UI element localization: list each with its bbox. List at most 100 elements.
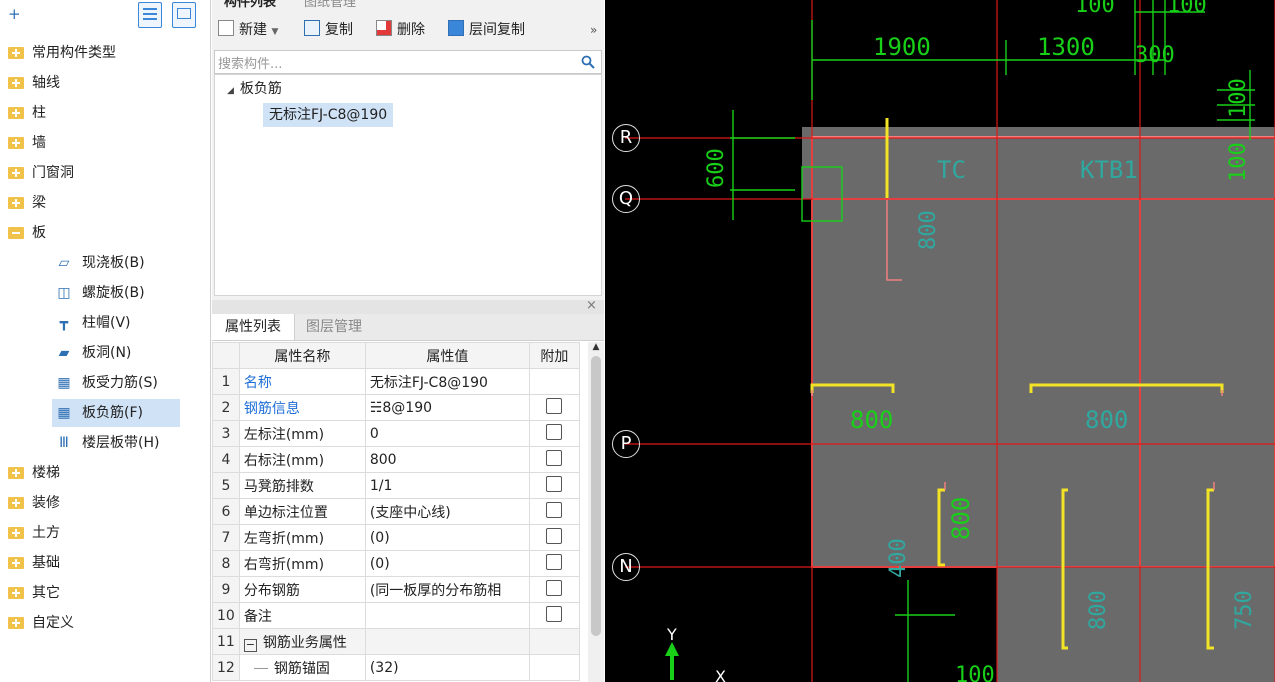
folder-icon[interactable] [8,467,24,479]
property-value[interactable]: 无标注FJ-C8@190 [364,368,530,395]
property-row[interactable]: 11− 钢筋业务属性 [212,628,580,655]
folder-icon[interactable] [8,107,24,119]
folder-icon[interactable] [8,77,24,89]
dropdown-arrow-icon[interactable]: ▼ [271,27,278,37]
scrollbar[interactable]: ▲ [588,342,604,682]
tree-item-component[interactable]: 无标注FJ-C8@190 [263,103,394,127]
tab-layer-manager[interactable]: 图层管理 [294,314,374,340]
property-row[interactable]: 9 分布钢筋 (同一板厚的分布筋相 [212,576,580,603]
tree-item-category[interactable]: 自定义 [8,609,204,637]
tree-item-category[interactable]: 门窗洞 [8,159,204,187]
tree-item-category[interactable]: 装修 [8,489,204,517]
extra-checkbox[interactable] [546,475,563,492]
scrollbar-thumb[interactable] [591,356,601,636]
folder-icon[interactable] [8,587,24,599]
property-row[interactable]: 1 名称 无标注FJ-C8@190 [212,368,580,395]
folder-icon[interactable] [8,197,24,209]
tree-item-slab-type[interactable]: ▦ 板受力筋(S) [52,369,202,397]
tree-item-slab-type[interactable]: ▰ 板洞(N) [52,339,202,367]
tree-item-category[interactable]: 常用构件类型 [8,39,204,67]
property-value[interactable]: 0 [364,420,530,447]
property-value[interactable]: (0) [364,550,530,577]
axis-bubble-r[interactable]: R [612,124,640,152]
list-view-button[interactable] [138,2,162,28]
tree-item-category[interactable]: 柱 [8,99,204,127]
property-value[interactable]: (同一板厚的分布筋相 [364,576,530,603]
tree-item-category[interactable]: 梁 [8,189,204,217]
dim-text-100-top-b: 100 [1167,0,1207,18]
component-search-input[interactable]: 搜索构件... [214,50,602,74]
folder-icon[interactable] [8,167,24,179]
folder-icon[interactable] [8,47,24,59]
extra-checkbox[interactable] [546,423,563,440]
property-value[interactable]: 800 [364,446,530,473]
extra-checkbox[interactable] [546,579,563,596]
property-value[interactable]: 1/1 [364,472,530,499]
new-button[interactable]: 新建 ▼ [218,18,278,42]
extra-checkbox[interactable] [546,501,563,518]
row-number: 3 [212,420,240,447]
close-icon[interactable]: × [586,298,597,313]
tree-item-category[interactable]: 楼梯 [8,459,204,487]
tree-item-slab-type[interactable]: ▦ 板负筋(F) [52,399,180,427]
property-row[interactable]: 7 左弯折(mm) (0) [212,524,580,551]
property-value[interactable]: (0) [364,524,530,551]
collapse-minus-icon[interactable]: − [243,638,257,652]
cad-drawing[interactable]: 1900 1300 300 100 100 600 100 100 100 40… [605,0,1275,682]
search-icon[interactable] [581,55,595,69]
collapse-triangle-icon[interactable]: ◢ [227,86,234,96]
folder-open-icon[interactable] [8,227,24,239]
scroll-up-icon[interactable]: ▲ [588,342,604,352]
tab-drawing-manager[interactable]: 图纸管理 [304,0,356,10]
property-value[interactable]: (支座中心线) [364,498,530,525]
tree-item-category[interactable]: 轴线 [8,69,204,97]
extra-checkbox[interactable] [546,397,563,414]
property-row[interactable]: 2 钢筋信息 ☵8@190 [212,394,580,421]
axis-bubble-q[interactable]: Q [612,185,640,213]
tree-item-category[interactable]: 其它 [8,579,204,607]
extra-checkbox[interactable] [546,449,563,466]
delete-button[interactable]: 删除 [376,18,425,42]
axis-bubble-n[interactable]: N [612,553,640,581]
property-row[interactable]: 6 单边标注位置 (支座中心线) [212,498,580,525]
tree-item-category[interactable]: 基础 [8,549,204,577]
copy-button[interactable]: 复制 [304,18,353,42]
tree-item-slab-type[interactable]: ▱ 现浇板(B) [52,249,202,277]
slab-region-main[interactable] [811,198,1141,568]
property-value[interactable]: (32) [364,654,530,681]
folder-icon[interactable] [8,617,24,629]
property-row[interactable]: 4 右标注(mm) 800 [212,446,580,473]
tree-group-negative-rebar[interactable]: ◢ 板负筋 [227,78,282,100]
property-value[interactable] [364,628,530,655]
tree-item-category[interactable]: 墙 [8,129,204,157]
folder-icon[interactable] [8,557,24,569]
property-row[interactable]: 8 右弯折(mm) (0) [212,550,580,577]
tab-property-list[interactable]: 属性列表 [212,314,295,340]
property-row[interactable]: 3 左标注(mm) 0 [212,420,580,447]
tree-item-category[interactable]: 板 [8,219,204,247]
cad-canvas[interactable]: 1900 1300 300 100 100 600 100 100 100 40… [605,0,1275,682]
property-value[interactable] [364,602,530,629]
extra-checkbox[interactable] [546,527,563,544]
rebar-label-800-d: 800 [916,210,941,250]
property-row[interactable]: 12 钢筋锚固 (32) [212,654,580,681]
dim-text-100-bottom: 100 [955,663,995,682]
property-row[interactable]: 10 备注 [212,602,580,629]
folder-icon[interactable] [8,527,24,539]
extra-checkbox[interactable] [546,553,563,570]
folder-icon[interactable] [8,137,24,149]
floor-copy-button[interactable]: 层间复制 [448,18,525,42]
tree-item-slab-type[interactable]: Ⅲ 楼层板带(H) [52,429,202,457]
axis-bubble-p[interactable]: P [612,430,640,458]
property-row[interactable]: 5 马凳筋排数 1/1 [212,472,580,499]
tree-item-slab-type[interactable]: ◫ 螺旋板(B) [52,279,202,307]
add-icon[interactable]: + [8,6,24,22]
folder-icon[interactable] [8,497,24,509]
detail-view-button[interactable] [172,2,196,28]
more-button[interactable]: » [590,18,597,42]
tree-item-category[interactable]: 土方 [8,519,204,547]
extra-checkbox[interactable] [546,605,563,622]
tab-component-list[interactable]: 构件列表 [224,0,276,10]
tree-item-slab-type[interactable]: ┳ 柱帽(V) [52,309,202,337]
property-value[interactable]: ☵8@190 [364,394,530,421]
